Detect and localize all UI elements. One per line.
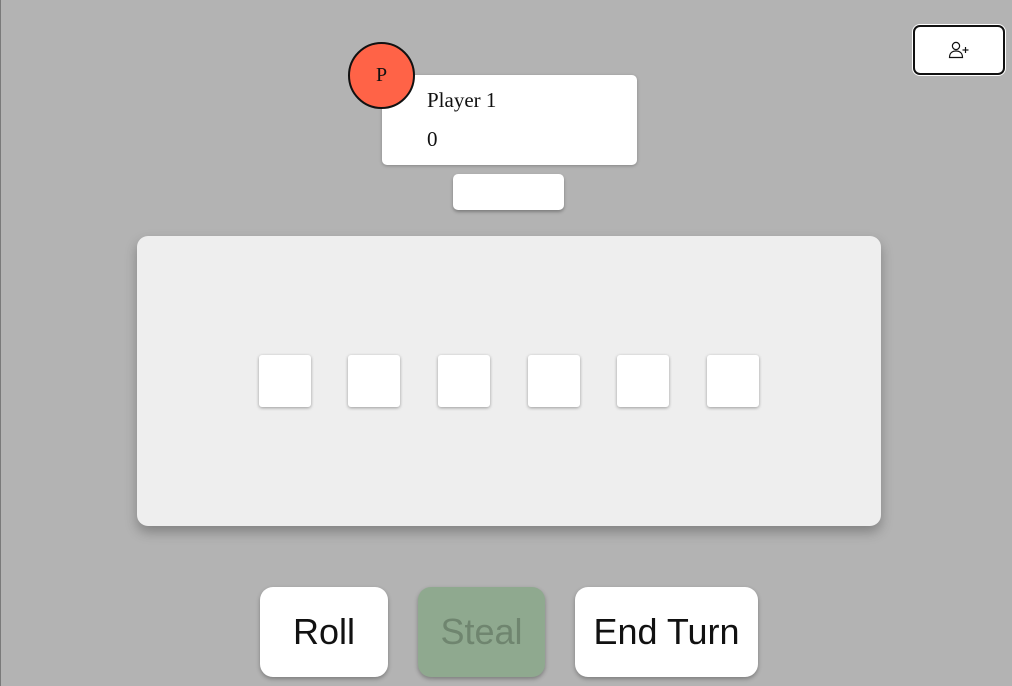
add-player-button[interactable] [913,25,1005,75]
roll-button[interactable]: Roll [260,587,388,677]
player-score: 0 [427,127,438,151]
die-3[interactable] [438,355,490,407]
die-4[interactable] [528,355,580,407]
window-left-border [0,0,1,686]
end-turn-button[interactable]: End Turn [575,587,758,677]
die-1[interactable] [259,355,311,407]
dice-board [137,236,881,526]
steal-button[interactable]: Steal [418,587,545,677]
player-card: Player 1 0 [382,75,637,165]
die-2[interactable] [348,355,400,407]
turn-indicator [453,174,564,210]
player-name: Player 1 [427,88,497,112]
player-avatar: P [348,42,415,109]
add-user-icon [948,41,970,59]
die-6[interactable] [707,355,759,407]
die-5[interactable] [617,355,669,407]
